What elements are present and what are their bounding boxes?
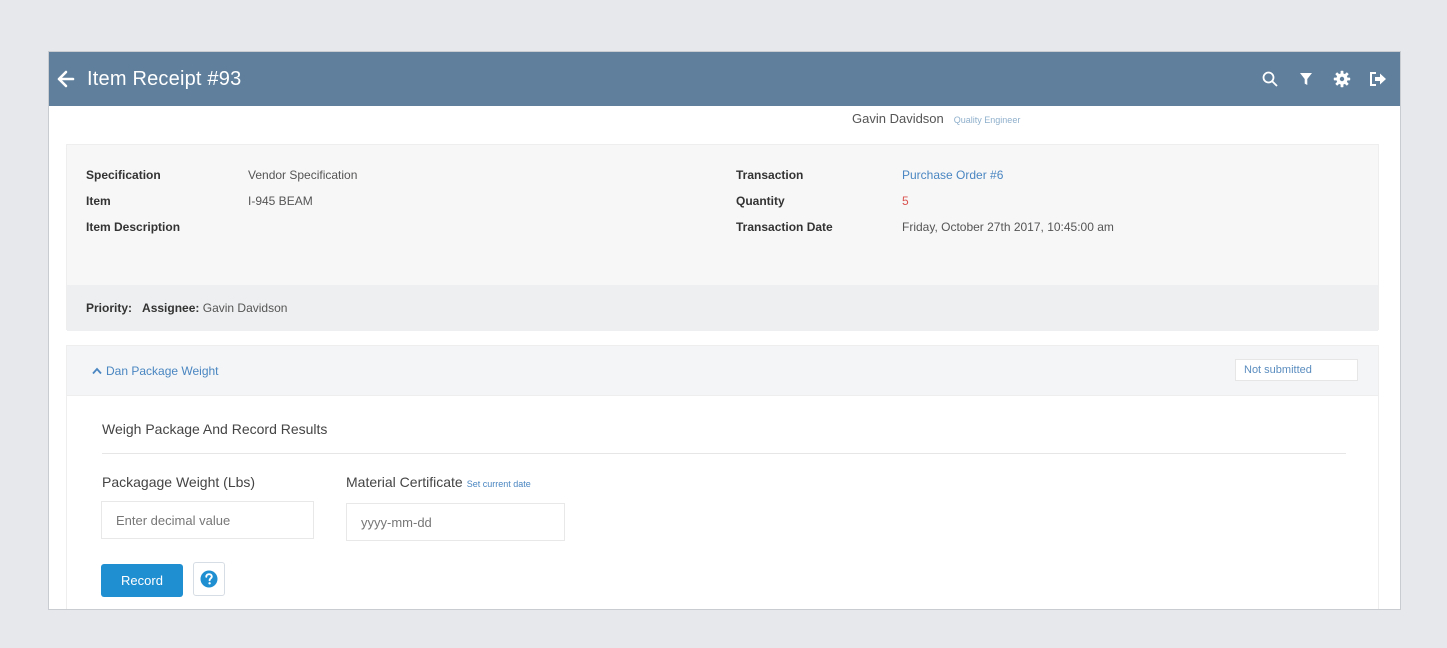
- certificate-label: Material Certificate Set current date: [346, 474, 531, 490]
- help-button[interactable]: [193, 562, 225, 596]
- set-current-date-link[interactable]: Set current date: [467, 479, 531, 489]
- assignee-value: Gavin Davidson: [202, 301, 288, 315]
- receipt-details-panel: Specification Vendor Specification Item …: [66, 144, 1379, 331]
- back-arrow-icon[interactable]: [55, 68, 77, 90]
- transaction-link[interactable]: Purchase Order #6: [902, 168, 1003, 182]
- priority-strip: Priority: Assignee: Gavin Davidson: [67, 285, 1378, 331]
- item-label: Item: [86, 194, 111, 208]
- question-circle-icon: [200, 570, 218, 588]
- transaction-date-label: Transaction Date: [736, 220, 833, 234]
- assignee-label: Assignee:: [142, 301, 200, 315]
- step-toggle[interactable]: Dan Package Weight: [92, 364, 219, 378]
- filter-icon[interactable]: [1296, 69, 1316, 89]
- page-title: Item Receipt #93: [87, 67, 242, 90]
- step-title: Weigh Package And Record Results: [102, 421, 328, 437]
- chevron-up-icon: [92, 367, 102, 375]
- top-bar: Item Receipt #93: [49, 52, 1400, 106]
- gear-icon[interactable]: [1332, 69, 1352, 89]
- item-description-label: Item Description: [86, 220, 181, 234]
- certificate-label-text: Material Certificate: [346, 474, 463, 490]
- record-button[interactable]: Record: [101, 564, 183, 597]
- inspection-step-panel: Dan Package Weight Not submitted Weigh P…: [66, 345, 1379, 609]
- user-name: Gavin Davidson: [852, 111, 944, 126]
- transaction-label: Transaction: [736, 168, 804, 182]
- item-value: I-945 BEAM: [248, 194, 313, 208]
- step-toggle-label: Dan Package Weight: [106, 364, 219, 378]
- step-header: Dan Package Weight Not submitted: [67, 346, 1378, 396]
- specification-value: Vendor Specification: [248, 168, 358, 182]
- current-user: Gavin Davidson Quality Engineer: [852, 111, 1020, 126]
- toolbar-icons: [1260, 69, 1388, 89]
- search-icon[interactable]: [1260, 69, 1280, 89]
- transaction-date-value: Friday, October 27th 2017, 10:45:00 am: [902, 220, 1114, 234]
- sign-out-icon[interactable]: [1368, 69, 1388, 89]
- weight-label: Packagage Weight (Lbs): [102, 474, 256, 490]
- specification-label: Specification: [86, 168, 161, 182]
- weight-input[interactable]: [101, 501, 314, 539]
- divider: [102, 453, 1346, 454]
- priority-label: Priority:: [86, 301, 133, 315]
- user-role: Quality Engineer: [953, 115, 1021, 125]
- quantity-value: 5: [902, 194, 909, 208]
- certificate-date-input[interactable]: [346, 503, 565, 541]
- status-badge: Not submitted: [1235, 359, 1358, 381]
- app-window: Item Receipt #93 Gavin Davidson Quality …: [48, 51, 1401, 610]
- quantity-label: Quantity: [736, 194, 785, 208]
